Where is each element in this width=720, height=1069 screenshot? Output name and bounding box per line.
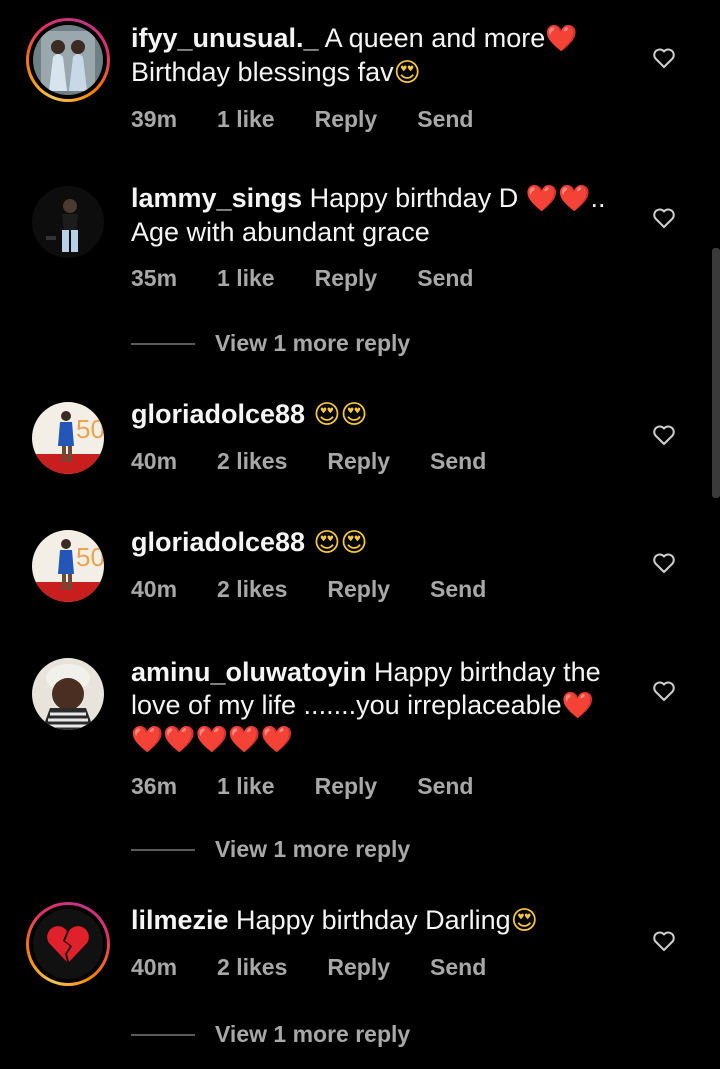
send-button[interactable]: Send — [417, 265, 473, 292]
username[interactable]: lammy_sings — [131, 183, 302, 213]
view-more-replies[interactable]: View 1 more reply — [131, 1021, 410, 1048]
reply-button[interactable]: Reply — [327, 954, 390, 981]
svg-text:50: 50 — [76, 542, 104, 572]
comment-timestamp: 36m — [131, 773, 178, 799]
view-more-label[interactable]: View 1 more reply — [215, 330, 410, 357]
avatar — [33, 909, 103, 979]
avatar — [32, 658, 104, 730]
heart-eyes-emoji: 😍😍 — [305, 528, 368, 558]
like-count[interactable]: 2 likes — [217, 954, 287, 981]
like-count[interactable]: 1 like — [217, 106, 275, 133]
comment-timestamp: 40m — [131, 576, 178, 602]
svg-text:50: 50 — [76, 414, 104, 444]
heart-outline-icon[interactable] — [652, 679, 676, 703]
username[interactable]: lilmezie — [131, 905, 229, 935]
reply-button[interactable]: Reply — [315, 265, 378, 292]
avatar: 50 — [32, 530, 104, 602]
comment-text: Happy birthday D — [302, 183, 526, 213]
reply-button[interactable]: Reply — [315, 106, 378, 133]
view-more-replies[interactable]: View 1 more reply — [131, 330, 410, 357]
reply-button[interactable]: Reply — [315, 773, 378, 800]
view-more-label[interactable]: View 1 more reply — [215, 836, 410, 863]
like-count[interactable]: 2 likes — [217, 576, 287, 603]
divider-line — [131, 1033, 195, 1036]
heart-outline-icon[interactable] — [652, 206, 676, 230]
like-count[interactable]: 1 like — [217, 265, 275, 292]
send-button[interactable]: Send — [417, 773, 473, 800]
like-count[interactable]: 2 likes — [217, 448, 287, 475]
red-heart-emoji: ❤️ — [545, 24, 578, 54]
heart-eyes-emoji: 😍 — [510, 906, 538, 936]
send-button[interactable]: Send — [430, 954, 486, 981]
heart-outline-icon[interactable] — [652, 46, 676, 70]
red-heart-emoji-row: ❤️❤️❤️❤️❤️ — [131, 725, 293, 755]
divider-line — [131, 848, 195, 851]
avatar: 50 — [32, 402, 104, 474]
reply-button[interactable]: Reply — [327, 448, 390, 475]
avatar-wrapper[interactable] — [26, 652, 110, 736]
like-count[interactable]: 1 like — [217, 773, 275, 800]
red-heart-emoji: ❤️ — [561, 691, 595, 721]
avatar-story-ring[interactable] — [26, 18, 110, 102]
avatar-story-ring[interactable] — [26, 902, 110, 986]
send-button[interactable]: Send — [417, 106, 473, 133]
send-button[interactable]: Send — [430, 576, 486, 603]
avatar-wrapper[interactable]: 50 — [26, 524, 110, 608]
comment-timestamp: 40m — [131, 448, 178, 474]
heart-outline-icon[interactable] — [652, 929, 676, 953]
heart-outline-icon[interactable] — [652, 551, 676, 575]
divider-line — [131, 342, 195, 345]
avatar-wrapper[interactable]: 50 — [26, 396, 110, 480]
username[interactable]: gloriadolce88 — [131, 399, 305, 429]
view-more-replies[interactable]: View 1 more reply — [131, 836, 410, 863]
username[interactable]: ifyy_unusual._ — [131, 23, 319, 53]
comment-text: Age with abundant grace — [131, 217, 430, 247]
comment-timestamp: 39m — [131, 106, 178, 132]
scrollbar[interactable] — [712, 248, 720, 498]
avatar-wrapper[interactable] — [26, 180, 110, 264]
comment-text: love of my life .......you irreplaceable — [131, 690, 562, 720]
send-button[interactable]: Send — [430, 448, 486, 475]
username[interactable]: gloriadolce88 — [131, 527, 305, 557]
reply-button[interactable]: Reply — [327, 576, 390, 603]
comment-text: A queen and more — [318, 23, 546, 53]
red-heart-emoji: ❤️❤️ — [525, 184, 591, 214]
comment-text: Happy birthday Darling — [228, 905, 511, 935]
view-more-label[interactable]: View 1 more reply — [215, 1021, 410, 1048]
heart-eyes-emoji: 😍 — [393, 58, 421, 88]
avatar — [33, 25, 103, 95]
broken-heart-icon — [47, 926, 89, 962]
comment-text: .. — [590, 183, 606, 213]
comment-timestamp: 40m — [131, 954, 178, 980]
avatar — [32, 186, 104, 258]
heart-outline-icon[interactable] — [652, 423, 676, 447]
username[interactable]: aminu_oluwatoyin — [131, 657, 367, 687]
comment-text: Happy birthday the — [366, 657, 601, 687]
comment-timestamp: 35m — [131, 265, 178, 291]
comment-text: Birthday blessings fav — [131, 57, 394, 87]
heart-eyes-emoji: 😍😍 — [305, 400, 368, 430]
